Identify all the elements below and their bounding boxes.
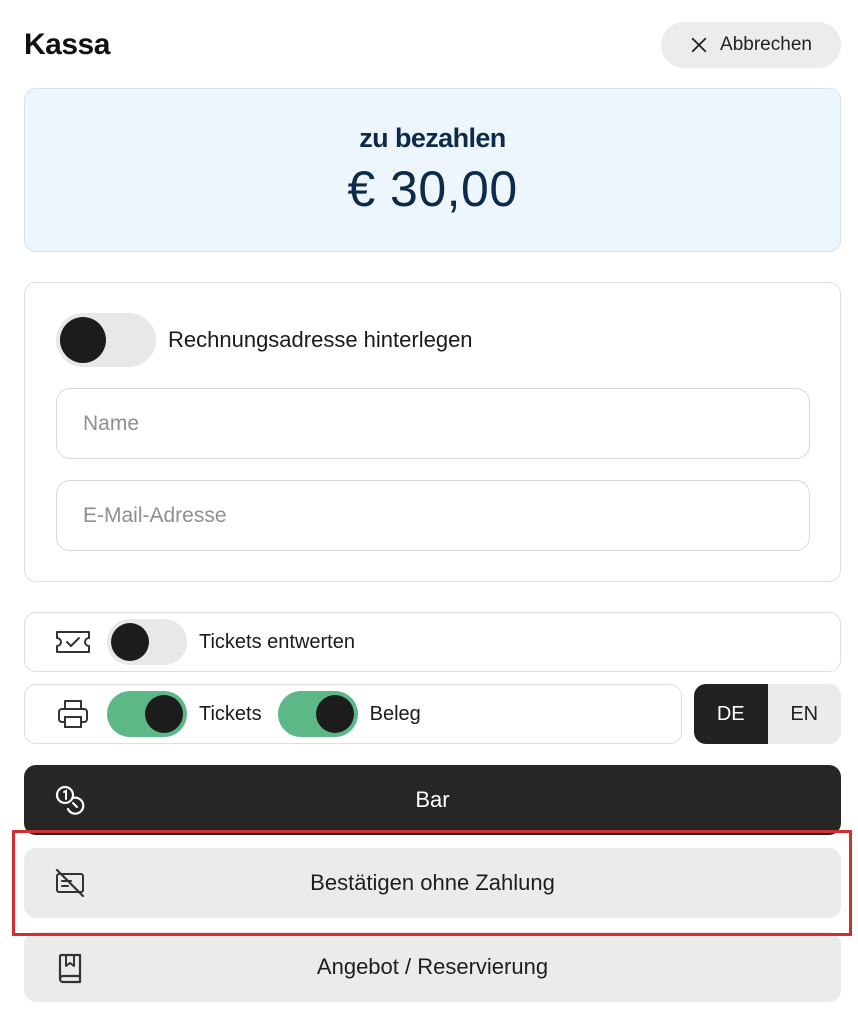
cancel-button-label: Abbrechen bbox=[720, 34, 812, 55]
email-input[interactable] bbox=[56, 480, 810, 551]
toggle-knob bbox=[111, 623, 149, 661]
print-receipt-label: Beleg bbox=[369, 702, 421, 725]
toggle-knob bbox=[145, 695, 183, 733]
confirm-without-payment-label: Bestätigen ohne Zahlung bbox=[310, 870, 555, 895]
no-payment-card-icon bbox=[52, 865, 88, 901]
bookmark-book-icon bbox=[52, 949, 88, 985]
billing-address-toggle-label: Rechnungsadresse hinterlegen bbox=[168, 327, 473, 352]
cash-payment-label: Bar bbox=[415, 787, 450, 812]
print-receipt-toggle[interactable] bbox=[277, 691, 358, 737]
close-icon bbox=[691, 37, 707, 53]
print-tickets-toggle[interactable] bbox=[107, 691, 187, 737]
amount-due-value: € 30,00 bbox=[347, 161, 518, 217]
page-title: Kassa bbox=[24, 28, 110, 61]
name-input[interactable] bbox=[56, 388, 810, 459]
amount-due-panel: zu bezahlen € 30,00 bbox=[24, 88, 841, 252]
toggle-knob bbox=[315, 695, 354, 733]
printer-icon bbox=[53, 697, 93, 731]
coins-icon bbox=[52, 782, 88, 818]
billing-address-toggle-row: Rechnungsadresse hinterlegen bbox=[56, 313, 473, 367]
print-tickets-label: Tickets bbox=[199, 702, 262, 725]
language-switch: DE EN bbox=[694, 684, 841, 744]
ticket-check-icon bbox=[53, 625, 93, 659]
validate-tickets-row: Tickets entwerten bbox=[24, 612, 841, 672]
language-option-en[interactable]: EN bbox=[768, 684, 842, 744]
offer-reservation-button[interactable]: Angebot / Reservierung bbox=[24, 932, 841, 1002]
language-option-de[interactable]: DE bbox=[694, 684, 768, 744]
print-options-row: Tickets Beleg bbox=[24, 684, 682, 744]
amount-due-label: zu bezahlen bbox=[359, 123, 506, 153]
billing-address-card: Rechnungsadresse hinterlegen bbox=[24, 282, 841, 582]
cash-payment-button[interactable]: Bar bbox=[24, 765, 841, 835]
toggle-knob bbox=[60, 317, 106, 363]
cancel-button[interactable]: Abbrechen bbox=[661, 22, 841, 68]
billing-address-toggle[interactable] bbox=[56, 313, 156, 367]
validate-tickets-toggle[interactable] bbox=[107, 619, 187, 665]
validate-tickets-label: Tickets entwerten bbox=[199, 630, 355, 653]
offer-reservation-label: Angebot / Reservierung bbox=[316, 954, 549, 979]
header: Kassa Abbrechen bbox=[24, 22, 841, 68]
confirm-without-payment-button[interactable]: Bestätigen ohne Zahlung bbox=[24, 848, 841, 918]
